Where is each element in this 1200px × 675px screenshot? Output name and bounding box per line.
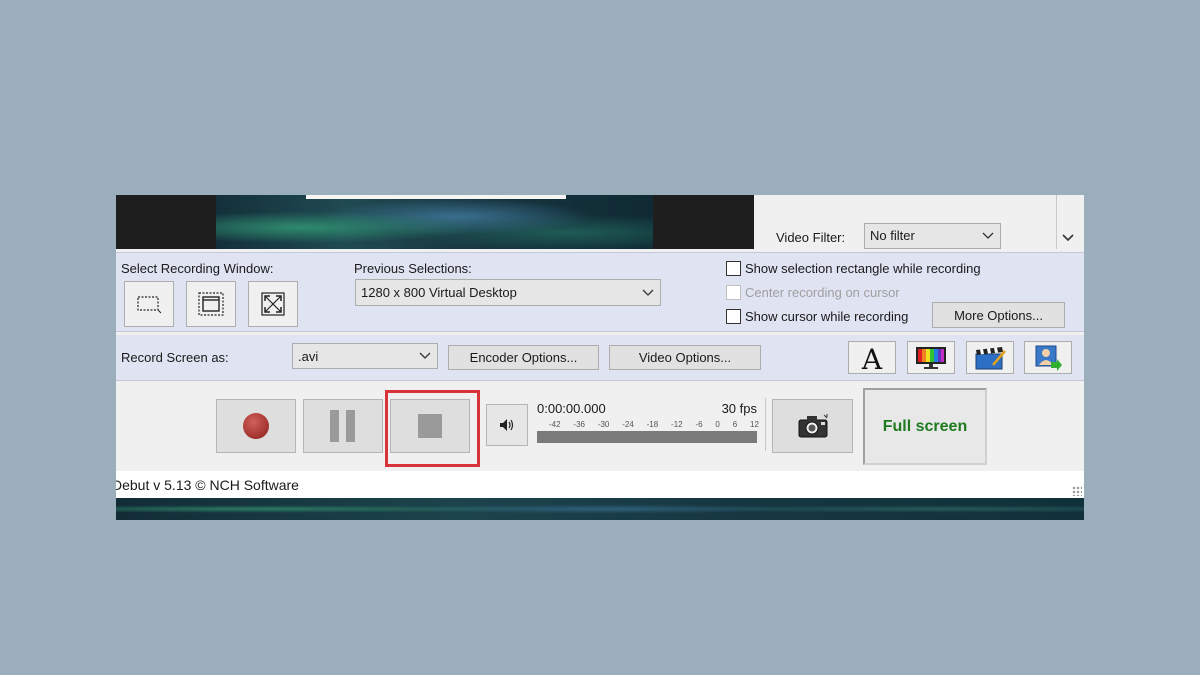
select-window-label: Select Recording Window: bbox=[121, 261, 274, 276]
expand-chevron-icon[interactable] bbox=[1062, 234, 1074, 242]
meter-tick: 12 bbox=[750, 420, 759, 429]
region-select-icon bbox=[137, 296, 162, 314]
level-meter-bar bbox=[537, 431, 757, 443]
select-window-button[interactable] bbox=[186, 281, 236, 327]
speaker-icon bbox=[500, 419, 514, 431]
video-options-button[interactable]: Video Options... bbox=[609, 345, 761, 370]
preview-image bbox=[216, 195, 653, 249]
select-fullscreen-button[interactable] bbox=[248, 281, 298, 327]
meter-tick: -6 bbox=[695, 420, 703, 429]
color-monitor-icon bbox=[916, 346, 946, 369]
previous-selection-value: 1280 x 800 Virtual Desktop bbox=[361, 285, 517, 300]
meter-tick: -42 bbox=[549, 420, 561, 429]
status-bar: Debut v 5.13 © NCH Software bbox=[116, 471, 1084, 498]
meter-ticks: -42 -36 -30 -24 -18 -12 -6 0 6 12 bbox=[549, 420, 759, 430]
show-selection-rectangle-checkbox[interactable]: Show selection rectangle while recording bbox=[726, 261, 981, 276]
video-filter-value: No filter bbox=[870, 228, 915, 243]
video-effects-button[interactable] bbox=[966, 341, 1014, 374]
checkbox-label: Center recording on cursor bbox=[745, 285, 900, 300]
preview-strip: Video Filter: No filter bbox=[116, 195, 1084, 249]
meter-tick: -36 bbox=[573, 420, 585, 429]
record-button[interactable] bbox=[216, 399, 296, 453]
previous-selections-label: Previous Selections: bbox=[354, 261, 472, 276]
video-filter-select[interactable]: No filter bbox=[864, 223, 1001, 249]
level-meter: 0:00:00.000 30 fps -42 -36 -30 -24 -18 -… bbox=[535, 398, 766, 451]
chevron-down-icon bbox=[419, 352, 431, 359]
full-screen-button[interactable]: Full screen bbox=[863, 388, 987, 465]
window-select-icon bbox=[198, 292, 224, 316]
chevron-down-icon bbox=[982, 232, 994, 239]
checkbox-box bbox=[726, 285, 741, 300]
meter-tick: 0 bbox=[715, 420, 720, 429]
fps-readout: 30 fps bbox=[721, 401, 757, 416]
preview-separator bbox=[1056, 195, 1057, 249]
checkbox-box[interactable] bbox=[726, 309, 741, 324]
show-cursor-checkbox[interactable]: Show cursor while recording bbox=[726, 309, 908, 324]
preview-dark-right bbox=[653, 195, 754, 249]
recording-time: 0:00:00.000 bbox=[537, 401, 606, 416]
clapperboard-icon bbox=[975, 346, 1006, 369]
desktop-background-strip bbox=[116, 498, 1084, 520]
encoder-options-button[interactable]: Encoder Options... bbox=[448, 345, 599, 370]
selection-panel: Select Recording Window: Previous Select… bbox=[116, 252, 1084, 332]
record-screen-as-label: Record Screen as: bbox=[121, 350, 229, 365]
meter-tick: 6 bbox=[732, 420, 738, 429]
preview-dark-left bbox=[116, 195, 216, 249]
expand-arrows-icon bbox=[261, 292, 285, 316]
text-caption-button[interactable]: A bbox=[848, 341, 896, 374]
checkbox-label: Show selection rectangle while recording bbox=[745, 261, 981, 276]
previous-selections-select[interactable]: 1280 x 800 Virtual Desktop bbox=[355, 279, 661, 306]
meter-tick: -18 bbox=[646, 420, 659, 429]
video-filter-label: Video Filter: bbox=[776, 230, 846, 245]
more-options-button[interactable]: More Options... bbox=[932, 302, 1065, 328]
checkbox-label: Show cursor while recording bbox=[745, 309, 909, 324]
resize-grip-icon[interactable] bbox=[1072, 486, 1082, 496]
status-text: Debut v 5.13 © NCH Software bbox=[116, 477, 299, 493]
controls-panel: 0:00:00.000 30 fps -42 -36 -30 -24 -18 -… bbox=[116, 382, 1084, 468]
stop-button[interactable] bbox=[390, 399, 470, 453]
format-value: .avi bbox=[298, 349, 319, 364]
pause-icon bbox=[330, 410, 355, 442]
checkbox-box[interactable] bbox=[726, 261, 741, 276]
record-icon bbox=[243, 413, 269, 439]
color-adjust-button[interactable] bbox=[907, 341, 955, 374]
camera-icon bbox=[798, 414, 827, 438]
meter-tick: -24 bbox=[622, 420, 634, 429]
snapshot-button[interactable] bbox=[772, 399, 853, 453]
chevron-down-icon bbox=[642, 289, 654, 296]
meter-tick: -12 bbox=[671, 420, 683, 429]
svg-text:A: A bbox=[861, 344, 883, 372]
pause-button[interactable] bbox=[303, 399, 383, 453]
center-on-cursor-checkbox: Center recording on cursor bbox=[726, 285, 900, 300]
record-as-panel: Record Screen as: .avi Encoder Options..… bbox=[116, 335, 1084, 381]
format-select[interactable]: .avi bbox=[292, 343, 438, 369]
text-caption-icon: A bbox=[861, 344, 883, 372]
overlay-button[interactable] bbox=[1024, 341, 1072, 374]
stop-icon bbox=[418, 414, 442, 438]
audio-button[interactable] bbox=[486, 404, 528, 446]
meter-tick: -30 bbox=[597, 420, 610, 429]
webcam-overlay-icon bbox=[1035, 345, 1062, 371]
debut-window: Video Filter: No filter Select Recording… bbox=[116, 195, 1084, 520]
select-region-button[interactable] bbox=[124, 281, 174, 327]
